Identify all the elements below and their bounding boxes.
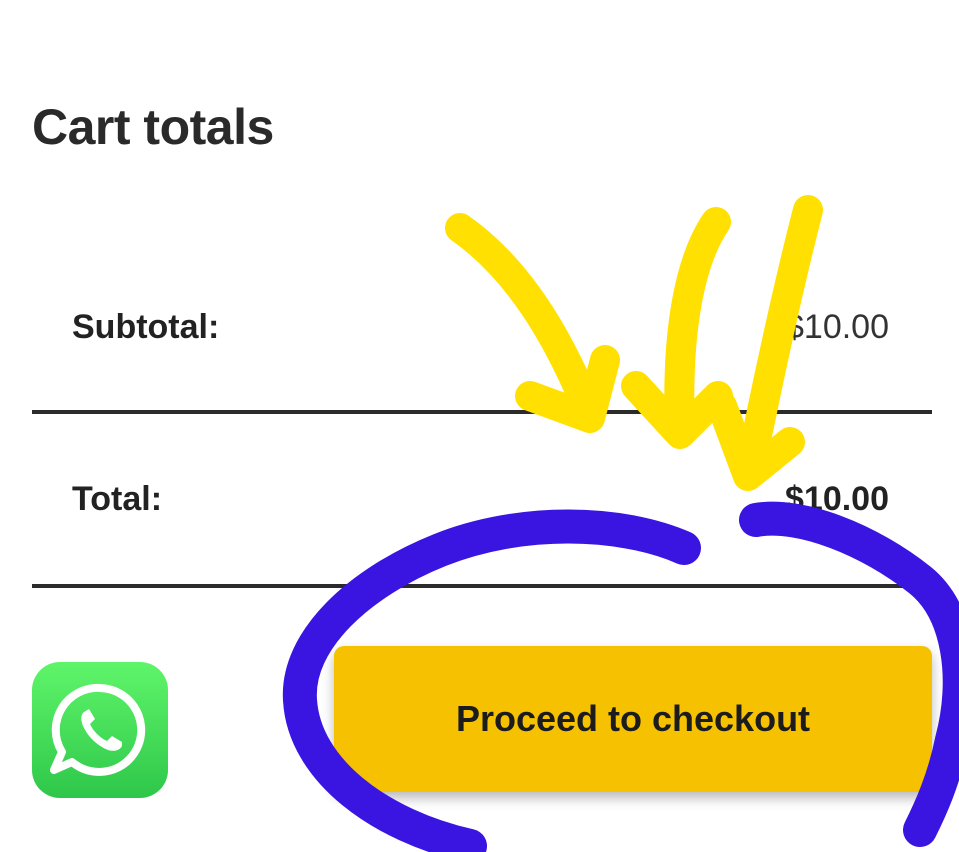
yellow-arrow-3-head [707, 391, 805, 491]
yellow-arrow-2 [664, 207, 731, 445]
subtotal-divider [32, 410, 932, 414]
proceed-to-checkout-button[interactable]: Proceed to checkout [334, 646, 932, 792]
cart-totals-title: Cart totals [32, 99, 274, 155]
total-label: Total: [72, 480, 163, 518]
subtotal-value: $10.00 [785, 308, 889, 346]
subtotal-label: Subtotal: [72, 308, 220, 346]
whatsapp-icon [50, 683, 146, 776]
whatsapp-button[interactable] [32, 662, 168, 798]
yellow-arrow-1 [445, 213, 603, 425]
total-divider [32, 584, 932, 588]
total-value: $10.00 [785, 480, 889, 518]
